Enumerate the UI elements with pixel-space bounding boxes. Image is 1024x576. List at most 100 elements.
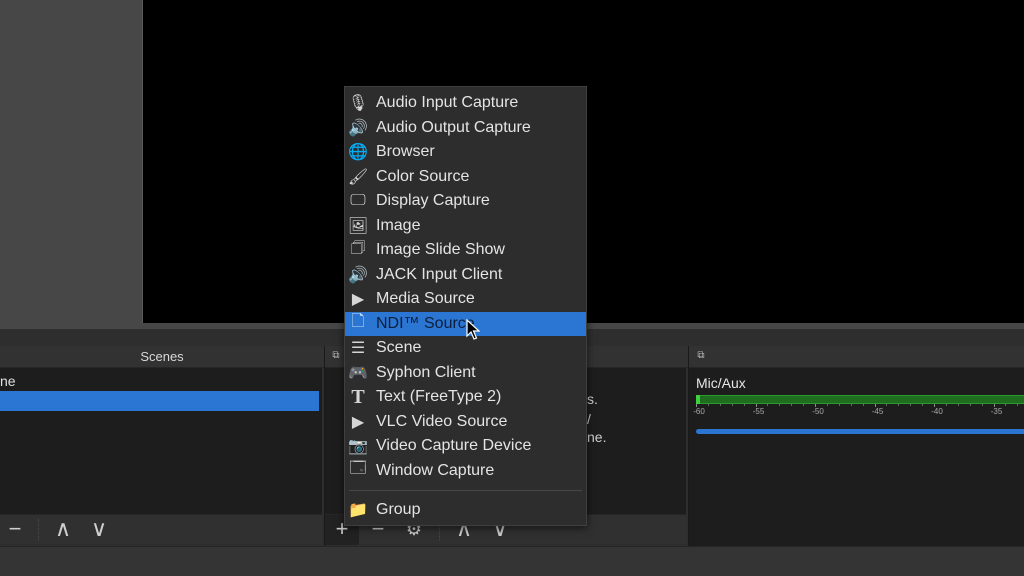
- microphone-icon: 🎙: [347, 95, 369, 113]
- camera-icon: 📷: [348, 438, 368, 456]
- menu-item-label: NDI™ Source: [376, 314, 475, 332]
- scene-list-item-selected[interactable]: [0, 391, 319, 411]
- scenes-dock: Scenes ne − ∧ ∨: [0, 346, 324, 546]
- menu-item-label: Browser: [376, 143, 435, 161]
- play-icon: ▶: [351, 413, 365, 431]
- menu-item-label: Group: [376, 501, 421, 519]
- meter-minor-tick: [779, 404, 781, 406]
- menu-separator: [349, 490, 582, 491]
- menu-item-scene[interactable]: ☰ Scene: [345, 336, 586, 361]
- menu-item-label: VLC Video Source: [376, 412, 508, 430]
- meter-minor-tick: [1017, 404, 1019, 406]
- volume-meter: [696, 395, 1024, 404]
- move-scene-down-button[interactable]: ∨: [82, 515, 116, 545]
- float-dock-icon[interactable]: ⧉: [331, 351, 341, 361]
- meter-minor-tick: [898, 404, 900, 406]
- speaker-icon: 🔊: [348, 119, 368, 137]
- sources-hint-line: s.: [587, 391, 598, 407]
- menu-item-video-capture-device[interactable]: 📷 Video Capture Device: [345, 434, 586, 459]
- menu-item-ndi-source[interactable]: 🗋 NDI™ Source: [345, 311, 586, 336]
- meter-tick-label: -55: [752, 407, 765, 416]
- meter-minor-tick: [791, 404, 793, 406]
- meter-minor-tick: [957, 404, 959, 406]
- menu-item-browser[interactable]: 🌐 Browser: [345, 140, 586, 165]
- scenes-dock-title: Scenes: [140, 349, 184, 364]
- menu-item-label: Color Source: [376, 167, 470, 185]
- image-icon: 🖼: [347, 217, 369, 235]
- meter-tick-label: -45: [871, 407, 884, 416]
- volume-slider[interactable]: [696, 429, 1024, 434]
- status-bar: [0, 546, 1024, 576]
- meter-tick-label: -40: [931, 407, 943, 416]
- meter-minor-tick: [862, 404, 864, 406]
- meter-minor-tick: [945, 404, 947, 406]
- remove-scene-button[interactable]: −: [0, 515, 32, 545]
- gamepad-icon: 🎮: [348, 364, 368, 382]
- scenes-dock-header: Scenes: [0, 346, 324, 368]
- add-source-menu: 🎙 Audio Input Capture 🔊 Audio Output Captur…: [344, 86, 587, 526]
- menu-item-display-capture[interactable]: 🖵 Display Capture: [345, 189, 586, 214]
- menu-item-label: Audio Output Capture: [376, 118, 531, 136]
- volume-meter-peak: [696, 395, 700, 404]
- scenes-list[interactable]: ne: [0, 368, 322, 514]
- mixer-channel-name: Mic/Aux: [696, 375, 746, 391]
- monitor-icon: 🖵: [350, 192, 366, 210]
- move-scene-up-button[interactable]: ∧: [46, 515, 80, 545]
- menu-item-label: Display Capture: [376, 192, 490, 210]
- scene-name: ne: [0, 373, 16, 389]
- meter-minor-tick: [910, 404, 912, 406]
- menu-item-image-slide-show[interactable]: 🗇 Image Slide Show: [345, 238, 586, 263]
- menu-item-text-freetype-2[interactable]: T Text (FreeType 2): [345, 385, 586, 410]
- folder-icon: 📁: [348, 502, 368, 520]
- menu-item-vlc-video-source[interactable]: ▶ VLC Video Source: [345, 410, 586, 435]
- toolbar-separator: [38, 519, 39, 541]
- meter-minor-tick: [743, 404, 745, 406]
- obs-window: Scenes ne − ∧ ∨ ⧉ s. / ne. + − ⚙ ∧ ∨ ⧉ M…: [0, 0, 1024, 576]
- meter-tick-label: -35: [990, 407, 1003, 416]
- list-icon: ☰: [350, 340, 366, 358]
- meter-minor-tick: [838, 404, 840, 406]
- menu-item-color-source[interactable]: 🖌 Color Source: [345, 165, 586, 190]
- meter-minor-tick: [767, 404, 769, 406]
- float-dock-icon[interactable]: ⧉: [696, 351, 706, 361]
- menu-item-label: Text (FreeType 2): [376, 388, 502, 406]
- meter-minor-tick: [707, 404, 709, 406]
- menu-item-label: Video Capture Device: [376, 437, 532, 455]
- menu-item-label: Audio Input Capture: [376, 94, 519, 112]
- text-icon: T: [351, 385, 365, 408]
- menu-item-image[interactable]: 🖼 Image: [345, 214, 586, 239]
- mixer-body: Mic/Aux -60 -55 -50 -45 -40 -35: [689, 368, 1024, 546]
- meter-minor-tick: [826, 404, 828, 406]
- meter-minor-tick: [850, 404, 852, 406]
- meter-minor-tick: [922, 404, 924, 406]
- menu-item-label: Media Source: [376, 290, 475, 308]
- play-icon: ▶: [351, 291, 365, 309]
- sources-hint-line: ne.: [587, 429, 607, 445]
- meter-minor-tick: [803, 404, 805, 406]
- globe-icon: 🌐: [348, 144, 368, 162]
- window-icon: 🗔: [349, 460, 367, 478]
- menu-item-label: Window Capture: [376, 461, 495, 479]
- menu-item-group[interactable]: 📁 Group: [345, 498, 586, 523]
- sources-hint-line: /: [587, 411, 591, 427]
- meter-minor-tick: [981, 404, 983, 406]
- menu-item-media-source[interactable]: ▶ Media Source: [345, 287, 586, 312]
- menu-item-jack-input-client[interactable]: 🔊 JACK Input Client: [345, 263, 586, 288]
- menu-item-audio-input-capture[interactable]: 🎙 Audio Input Capture: [345, 91, 586, 116]
- menu-item-audio-output-capture[interactable]: 🔊 Audio Output Capture: [345, 116, 586, 141]
- meter-scale: -60 -55 -50 -45 -40 -35: [693, 404, 1024, 416]
- menu-item-label: Syphon Client: [376, 363, 476, 381]
- menu-item-syphon-client[interactable]: 🎮 Syphon Client: [345, 361, 586, 386]
- menu-item-label: Image Slide Show: [376, 241, 505, 259]
- paintbrush-icon: 🖌: [347, 168, 369, 186]
- meter-minor-tick: [719, 404, 721, 406]
- speaker-icon: 🔊: [348, 266, 368, 284]
- menu-item-label: Image: [376, 216, 421, 234]
- meter-minor-tick: [886, 404, 888, 406]
- meter-tick-label: -60: [693, 407, 705, 416]
- scene-list-item[interactable]: ne: [0, 371, 319, 391]
- meter-minor-tick: [731, 404, 733, 406]
- scenes-toolbar: − ∧ ∨: [0, 514, 322, 544]
- menu-item-window-capture[interactable]: 🗔 Window Capture: [345, 459, 586, 484]
- meter-tick-label: -50: [812, 407, 824, 416]
